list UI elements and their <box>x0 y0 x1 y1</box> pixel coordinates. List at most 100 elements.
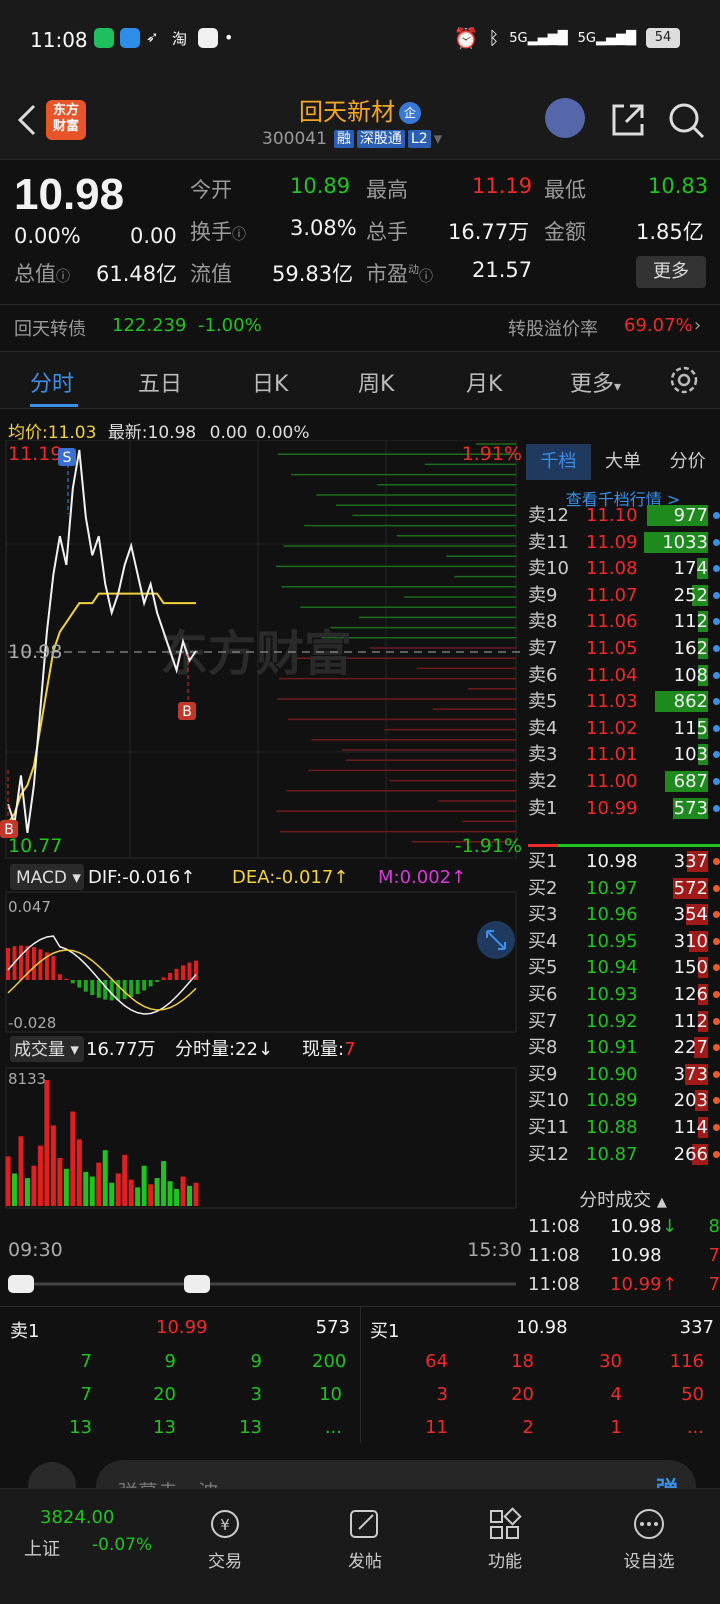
bid-row[interactable]: 买9 10.90 373 <box>528 1061 720 1088</box>
ask-row[interactable]: 卖6 11.04 108 <box>528 662 720 689</box>
volume-bar <box>128 1179 134 1206</box>
search-icon[interactable] <box>666 100 706 140</box>
danmaku-input[interactable]: 弹幕走一波 弹 <box>96 1460 696 1488</box>
trade-row: 11:08 10.98 7 <box>528 1245 720 1266</box>
volume-bar <box>122 1154 128 1206</box>
ask-queue-item: 13 <box>153 1417 176 1438</box>
settings-gear-icon[interactable] <box>668 364 700 396</box>
ask-row[interactable]: 卖3 11.01 103 <box>528 741 720 768</box>
bid-row[interactable]: 买11 10.88 114 <box>528 1114 720 1141</box>
chevron-down-icon[interactable]: ▾ <box>434 129 443 149</box>
nav-functions[interactable]: 功能 <box>460 1507 550 1572</box>
grid-icon <box>490 1507 522 1539</box>
bid-row[interactable]: 买1 10.98 337 <box>528 848 720 875</box>
tab-big-orders[interactable]: 大单 <box>591 444 656 480</box>
low-label: 最低 <box>544 178 586 202</box>
status-bar: 11:08 ➶ 淘 • ⏰ ᛒ 5G▂▄▆█ 5G▂▄▆█ 54 <box>0 0 720 82</box>
share-icon[interactable] <box>608 100 648 140</box>
tab-thousand-depth[interactable]: 千档 <box>526 444 591 480</box>
high-label: 最高 <box>366 178 408 202</box>
ask-row[interactable]: 卖11 11.09 1033 <box>528 529 720 556</box>
volume-label: 总手 <box>366 220 408 244</box>
margin-tag: 融 <box>333 130 354 148</box>
bid-row[interactable]: 买8 10.91 227 <box>528 1034 720 1061</box>
bid-row[interactable]: 买12 10.87 266 <box>528 1141 720 1168</box>
bid-row[interactable]: 买2 10.97 572 <box>528 875 720 902</box>
float-value: 59.83亿 <box>272 262 354 286</box>
index-name[interactable]: 上证 <box>24 1535 60 1561</box>
danmaku-bar: 弹幕走一波 弹 <box>0 1442 720 1488</box>
volume-bar <box>115 1173 121 1206</box>
volume-bar <box>24 1178 30 1206</box>
ask-row[interactable]: 卖12 11.10 977 <box>528 502 720 529</box>
nav-trade[interactable]: ¥ 交易 <box>180 1507 270 1572</box>
bid-queue-item: 4 <box>610 1384 622 1405</box>
ask-queue-item: 7 <box>80 1384 92 1405</box>
list-icon[interactable] <box>28 1462 76 1488</box>
tab-weekly-k[interactable]: 周K <box>358 366 394 398</box>
ask-row[interactable]: 卖7 11.05 162 <box>528 635 720 662</box>
volume-bar <box>167 1181 173 1206</box>
bid-row[interactable]: 买3 10.96 354 <box>528 901 720 928</box>
trades-header[interactable]: 分时成交 ▲ <box>526 1186 720 1212</box>
bid-row[interactable]: 买7 10.92 112 <box>528 1008 720 1035</box>
volume-bar <box>5 1156 11 1206</box>
book-divider-red <box>528 844 558 847</box>
app-notification-icon <box>94 28 114 48</box>
ask-row[interactable]: 卖10 11.08 174 <box>528 555 720 582</box>
index-value[interactable]: 3824.00 <box>40 1507 114 1528</box>
tab-more[interactable]: 更多▾ <box>570 366 621 398</box>
volume-bar <box>83 1171 89 1206</box>
chevron-right-icon: › <box>694 315 702 336</box>
svg-text:B: B <box>4 822 14 838</box>
ask-row[interactable]: 卖5 11.03 862 <box>528 688 720 715</box>
bid-queue-item: ... <box>686 1417 704 1438</box>
bid-row[interactable]: 买4 10.95 310 <box>528 928 720 955</box>
amount-label: 金额 <box>544 220 586 244</box>
ask-queue-item: 20 <box>153 1384 176 1405</box>
tab-monthly-k[interactable]: 月K <box>466 366 502 398</box>
ask-row[interactable]: 卖8 11.06 112 <box>528 608 720 635</box>
more-button[interactable]: 更多 <box>636 256 706 288</box>
ask-queue-item: 13 <box>239 1417 262 1438</box>
alarm-icon: ⏰ <box>453 26 479 50</box>
ask-row[interactable]: 卖4 11.02 115 <box>528 715 720 742</box>
chart-grid <box>5 440 517 1209</box>
more-dot-icon: • <box>224 28 234 47</box>
index-change[interactable]: -0.07% <box>92 1535 152 1555</box>
chevron-up-icon: ▲ <box>656 1195 667 1210</box>
range-handle-right[interactable] <box>184 1275 210 1293</box>
range-handle-left[interactable] <box>8 1275 34 1293</box>
info-icon[interactable]: ⓘ <box>232 227 246 243</box>
nav-add-watchlist[interactable]: 设自选 <box>604 1507 694 1572</box>
macd-dea: DEA:-0.017↑ <box>232 867 348 888</box>
bid-row[interactable]: 买10 10.89 203 <box>528 1087 720 1114</box>
tab-intraday[interactable]: 分时 <box>30 366 74 398</box>
time-end: 15:30 <box>467 1239 522 1261</box>
taobao-icon: 淘 <box>172 30 188 48</box>
ask-row[interactable]: 卖9 11.07 252 <box>528 582 720 609</box>
ask-row[interactable]: 卖1 10.99 573 <box>528 795 720 822</box>
tab-five-day[interactable]: 五日 <box>138 366 182 398</box>
tab-daily-k[interactable]: 日K <box>252 366 288 398</box>
intraday-chart[interactable]: 东方财富 11.19 10.98 10.77 1.91% -1.91% S B … <box>0 440 526 1306</box>
pct-bot-label: -1.91% <box>455 835 522 857</box>
nav-post[interactable]: 发帖 <box>320 1507 410 1572</box>
bid-row[interactable]: 买6 10.93 126 <box>528 981 720 1008</box>
convertible-bond-row[interactable]: 回天转债 122.239 -1.00% 转股溢价率 69.07% › <box>0 304 720 348</box>
bluetooth-icon: ᛒ <box>488 27 500 49</box>
macd-dif-line <box>7 935 197 1015</box>
tab-price-dist[interactable]: 分价 <box>655 444 720 480</box>
bid-row[interactable]: 买5 10.94 150 <box>528 954 720 981</box>
bid-queue-item: 116 <box>669 1351 704 1372</box>
bond-change: -1.00% <box>198 315 262 336</box>
info-icon[interactable]: ⓘ <box>56 269 70 285</box>
assistant-robot-icon[interactable] <box>545 98 585 138</box>
danmaku-button[interactable]: 弹 <box>656 1472 678 1488</box>
trade-row: 11:08 10.99 ↑ 7 <box>528 1274 720 1295</box>
volume-bar <box>89 1176 95 1206</box>
volume-bar <box>161 1161 167 1206</box>
volume-bar <box>76 1139 82 1206</box>
ask-row[interactable]: 卖2 11.00 687 <box>528 768 720 795</box>
info-icon[interactable]: ⓘ <box>419 269 433 285</box>
